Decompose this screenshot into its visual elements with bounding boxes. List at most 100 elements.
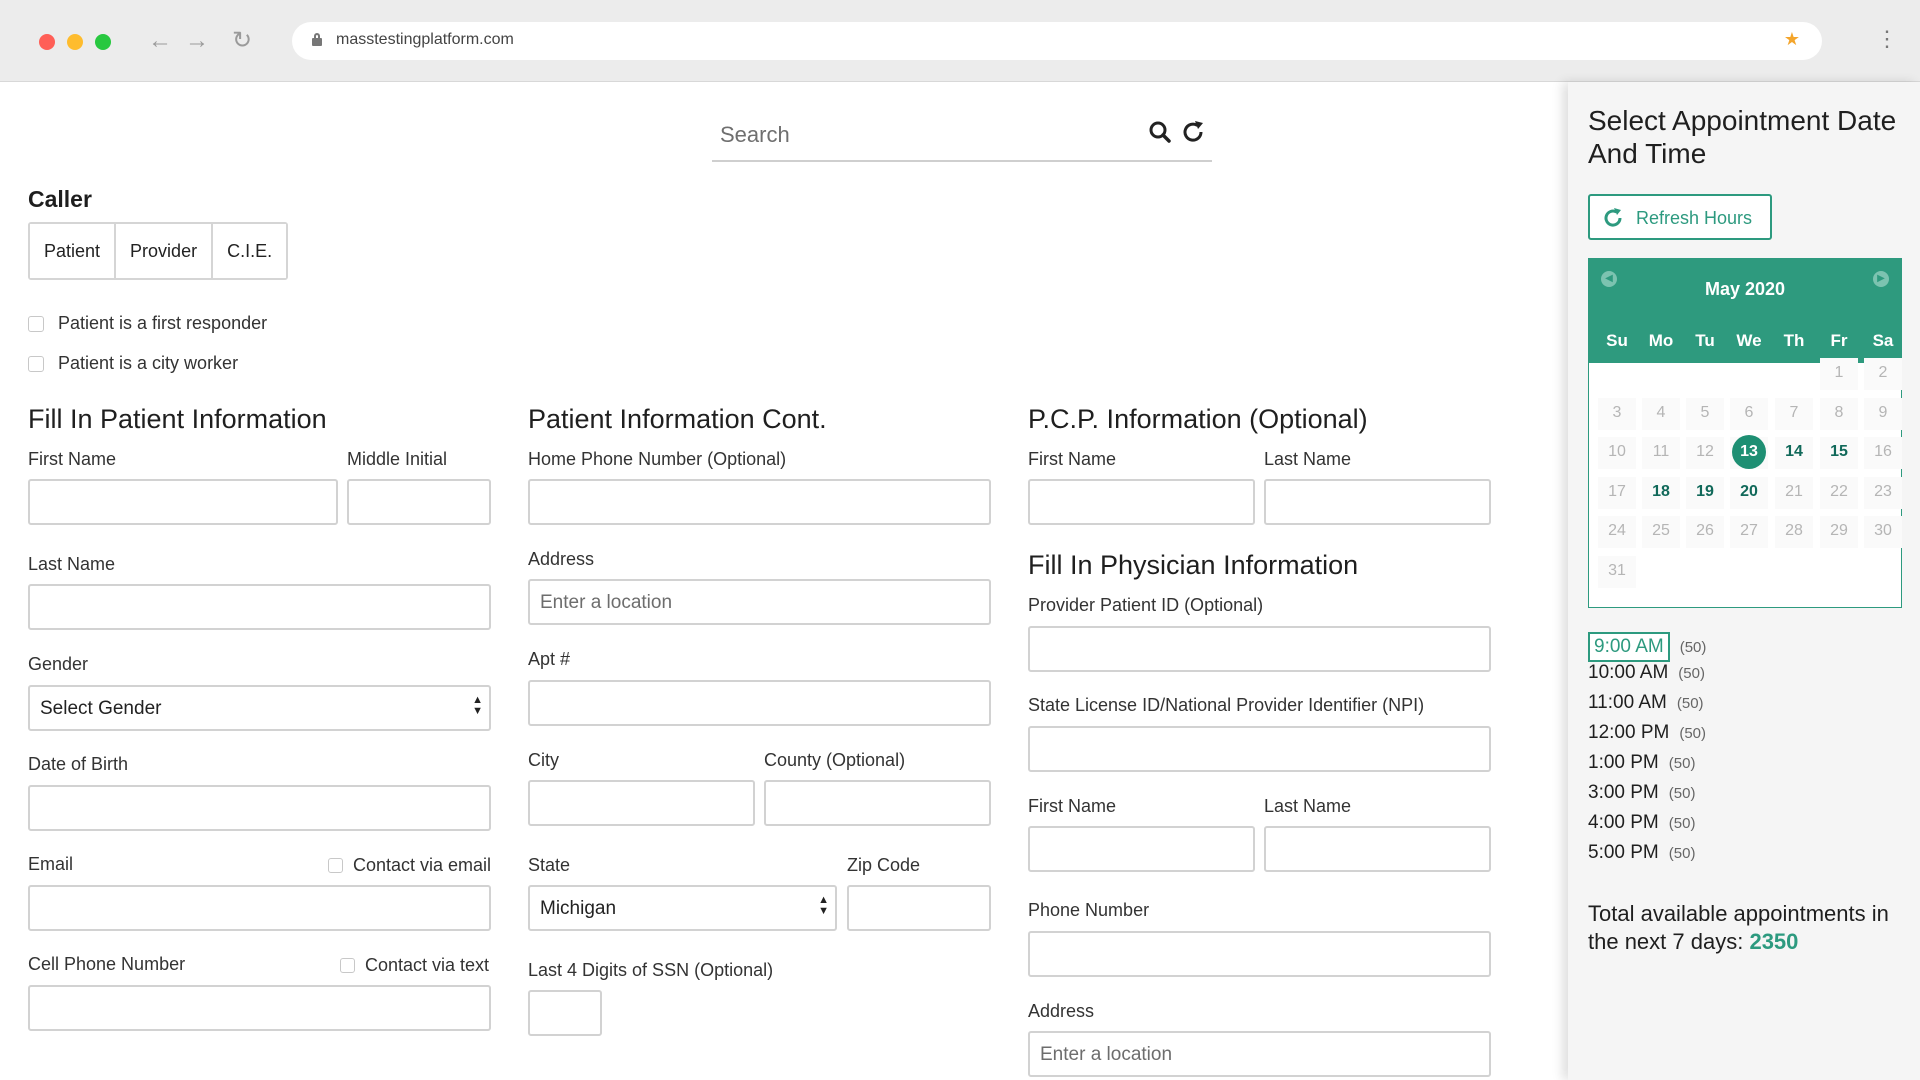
address-bar[interactable]: masstestingplatform.com ★	[292, 22, 1822, 60]
first-responder-checkbox[interactable]	[28, 315, 44, 332]
time-slot[interactable]: 4:00 PM (50)	[1588, 812, 1695, 834]
calendar-day[interactable]: 14	[1777, 435, 1811, 469]
caller-provider-button[interactable]: Provider	[116, 224, 214, 278]
license-field[interactable]	[1028, 726, 1491, 772]
middle-initial-field[interactable]	[347, 479, 491, 525]
time-slot[interactable]: 5:00 PM (50)	[1588, 842, 1695, 864]
browser-menu-icon[interactable]: ⋮	[1876, 26, 1898, 52]
patient-info-title: Fill In Patient Information	[28, 404, 327, 434]
calendar-day[interactable]: 19	[1688, 475, 1722, 509]
ssn-field[interactable]	[528, 990, 602, 1036]
select-arrows-icon: ▲ ▼	[472, 694, 483, 717]
city-label: City	[528, 750, 559, 770]
county-field[interactable]	[764, 780, 991, 826]
last-name-field[interactable]	[28, 584, 491, 630]
apt-field[interactable]	[528, 680, 991, 726]
time-slot[interactable]: 3:00 PM (50)	[1588, 782, 1695, 804]
time-slot[interactable]: 12:00 PM (50)	[1588, 722, 1706, 744]
calendar-day: 21	[1785, 483, 1803, 500]
refresh-hours-button[interactable]: Refresh Hours	[1588, 194, 1772, 240]
time-slot[interactable]: 10:00 AM (50)	[1588, 662, 1705, 684]
first-name-label: First Name	[28, 449, 117, 469]
zip-field[interactable]	[847, 885, 991, 931]
address-field[interactable]: Enter a location	[528, 579, 991, 625]
dob-label: Date of Birth	[28, 754, 129, 774]
time-slot-count: (50)	[1668, 815, 1696, 832]
total-appointments-label: Total available appointments in the next…	[1588, 901, 1889, 954]
calendar-day: 12	[1696, 443, 1714, 460]
appointment-calendar: ◀ May 2020 ▶ Su Mo Tu We Th Fr Sa 1 2 3 4 5 6 7 8 9 10 1…	[1588, 258, 1902, 608]
license-label: State License ID/National Provider Ident…	[1028, 695, 1425, 715]
pcp-first-name-field[interactable]	[1028, 479, 1255, 525]
physician-phone-label: Phone Number	[1028, 900, 1150, 920]
time-slot-time: 4:00 PM	[1588, 812, 1659, 833]
appointment-title: Select Appointment Date And Time	[1588, 105, 1897, 169]
calendar-day: 7	[1789, 404, 1799, 421]
calendar-day[interactable]: 20	[1732, 475, 1766, 509]
next-month-icon[interactable]: ▶	[1873, 271, 1889, 287]
cell-phone-field[interactable]	[28, 985, 491, 1031]
physician-address-field[interactable]: Enter a location	[1028, 1031, 1491, 1077]
weekday-label: We	[1736, 331, 1762, 350]
calendar-day: 8	[1834, 404, 1844, 421]
contact-text-option: Contact via text	[340, 955, 489, 976]
gender-select[interactable]: Select Gender ▲ ▼	[28, 685, 491, 731]
contact-text-checkbox[interactable]	[340, 958, 355, 973]
home-phone-field[interactable]	[528, 479, 991, 525]
state-select[interactable]: Michigan ▲ ▼	[528, 885, 837, 931]
first-responder-label: Patient is a first responder	[58, 313, 268, 333]
physician-phone-field[interactable]	[1028, 931, 1491, 977]
back-arrow-icon[interactable]: ←	[148, 26, 172, 56]
time-slot-count: (50)	[1676, 695, 1704, 712]
caller-toggle-group: Patient Provider C.I.E.	[28, 222, 289, 280]
minimize-window-button[interactable]	[67, 34, 83, 50]
calendar-day[interactable]: 18	[1644, 475, 1678, 509]
lock-icon	[312, 33, 322, 46]
physician-address-label: Address	[1028, 1001, 1095, 1021]
pcp-last-name-field[interactable]	[1264, 479, 1491, 525]
weekday-label: Sa	[1872, 331, 1894, 350]
time-slot-count: (50)	[1679, 639, 1707, 656]
contact-text-label: Contact via text	[365, 955, 490, 975]
calendar-day: 10	[1608, 443, 1626, 460]
physician-first-name-label: First Name	[1028, 796, 1117, 816]
calendar-day: 30	[1874, 522, 1892, 539]
weekday-label: Th	[1783, 331, 1805, 350]
time-slot-time: 10:00 AM	[1588, 662, 1669, 683]
bookmark-star-icon[interactable]: ★	[1784, 29, 1800, 50]
time-slot-time: 3:00 PM	[1588, 782, 1659, 803]
calendar-day: 23	[1874, 483, 1892, 500]
city-worker-checkbox[interactable]	[28, 355, 44, 372]
calendar-day: 11	[1652, 443, 1670, 460]
physician-first-name-field[interactable]	[1028, 826, 1255, 872]
forward-arrow-icon[interactable]: →	[185, 26, 209, 56]
city-field[interactable]	[528, 780, 755, 826]
close-window-button[interactable]	[39, 34, 55, 50]
calendar-day: 9	[1878, 404, 1888, 421]
contact-email-checkbox[interactable]	[328, 858, 343, 873]
time-slot[interactable]: 1:00 PM (50)	[1588, 752, 1695, 774]
reload-icon[interactable]: ↻	[232, 26, 252, 56]
provider-id-field[interactable]	[1028, 626, 1491, 672]
calendar-day[interactable]: 15	[1822, 435, 1856, 469]
state-label: State	[528, 855, 571, 875]
patient-cont-title: Patient Information Cont.	[528, 404, 827, 434]
refresh-icon[interactable]	[1182, 118, 1212, 150]
time-slot[interactable]: 9:00 AM (50)	[1588, 632, 1706, 662]
calendar-day: 25	[1652, 522, 1670, 539]
caller-cie-button[interactable]: C.I.E.	[213, 224, 287, 278]
calendar-day: 31	[1608, 562, 1626, 579]
search-input[interactable]	[720, 116, 1120, 154]
email-field[interactable]	[28, 885, 491, 931]
search-icon[interactable]	[1148, 118, 1178, 150]
physician-last-name-field[interactable]	[1264, 826, 1491, 872]
time-slot[interactable]: 11:00 AM (50)	[1588, 692, 1704, 714]
physician-last-name-label: Last Name	[1264, 796, 1352, 816]
first-name-field[interactable]	[28, 479, 338, 525]
maximize-window-button[interactable]	[95, 34, 111, 50]
calendar-month: May 2020	[1704, 279, 1786, 299]
calendar-day-selected[interactable]: 13	[1732, 435, 1766, 469]
time-slot-time: 9:00 AM	[1588, 632, 1670, 662]
caller-patient-button[interactable]: Patient	[30, 224, 117, 278]
dob-field[interactable]	[28, 785, 491, 831]
